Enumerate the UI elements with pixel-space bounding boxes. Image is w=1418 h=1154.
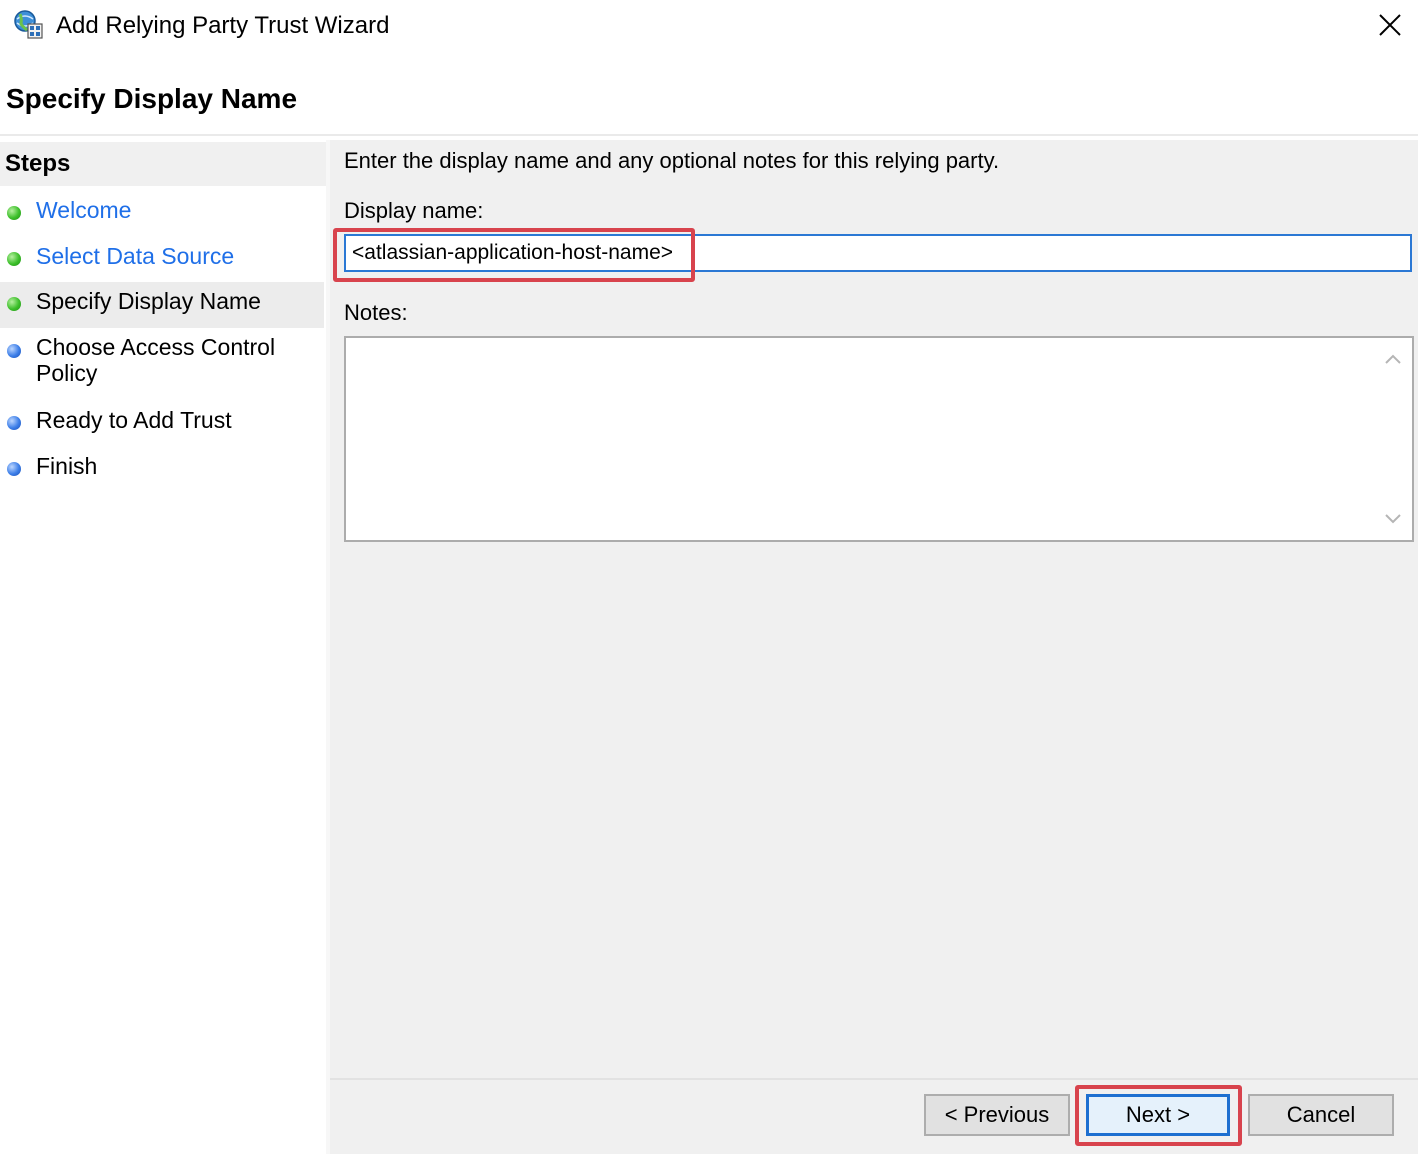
chevron-up-icon	[1385, 354, 1401, 364]
step-label: Finish	[36, 453, 98, 479]
title-bar: Add Relying Party Trust Wizard	[0, 0, 1418, 54]
scroll-up-button[interactable]	[1380, 346, 1406, 372]
next-button[interactable]: Next >	[1086, 1094, 1230, 1136]
cancel-button[interactable]: Cancel	[1248, 1094, 1394, 1136]
page-title: Specify Display Name	[6, 83, 298, 114]
pending-status-icon	[7, 416, 21, 430]
step-select-data-source[interactable]: Select Data Source	[0, 240, 324, 280]
scroll-down-button[interactable]	[1380, 506, 1406, 532]
display-name-label: Display name:	[344, 198, 484, 223]
header-divider	[0, 134, 1418, 136]
step-label[interactable]: Welcome	[36, 197, 316, 223]
steps-header: Steps	[0, 142, 326, 186]
previous-button[interactable]: < Previous	[924, 1094, 1070, 1136]
step-finish: Finish	[0, 452, 324, 492]
notes-box	[344, 336, 1414, 542]
step-choose-access-control-policy: Choose Access Control Policy	[0, 334, 324, 396]
step-ready-to-add-trust: Ready to Add Trust	[0, 406, 324, 446]
completed-status-icon	[7, 297, 21, 311]
step-welcome[interactable]: Welcome	[0, 194, 324, 234]
step-label: Choose Access Control Policy	[36, 334, 276, 386]
step-label: Ready to Add Trust	[36, 407, 232, 433]
window-title: Add Relying Party Trust Wizard	[56, 12, 390, 39]
pending-status-icon	[7, 344, 21, 358]
step-label: Specify Display Name	[36, 288, 261, 314]
adfs-trust-icon	[14, 10, 43, 39]
display-name-input[interactable]	[344, 234, 1412, 272]
close-button[interactable]	[1370, 4, 1410, 46]
completed-status-icon	[7, 206, 21, 220]
footer-divider	[330, 1078, 1418, 1080]
steps-heading: Steps	[5, 150, 71, 177]
notes-input[interactable]	[346, 338, 1376, 540]
step-label[interactable]: Select Data Source	[36, 243, 316, 269]
step-specify-display-name: Specify Display Name	[0, 282, 324, 328]
notes-scrollbar[interactable]	[1374, 338, 1412, 540]
completed-status-icon	[7, 252, 21, 266]
notes-label: Notes:	[344, 300, 408, 325]
steps-pane: Steps Welcome Select Data Source Specify…	[0, 140, 326, 1154]
chevron-down-icon	[1385, 514, 1401, 524]
close-icon	[1379, 14, 1401, 36]
wizard-window: Add Relying Party Trust Wizard Specify D…	[0, 0, 1418, 1154]
instructions-text: Enter the display name and any optional …	[344, 148, 1000, 173]
content-pane: Enter the display name and any optional …	[330, 140, 1418, 1154]
pending-status-icon	[7, 462, 21, 476]
